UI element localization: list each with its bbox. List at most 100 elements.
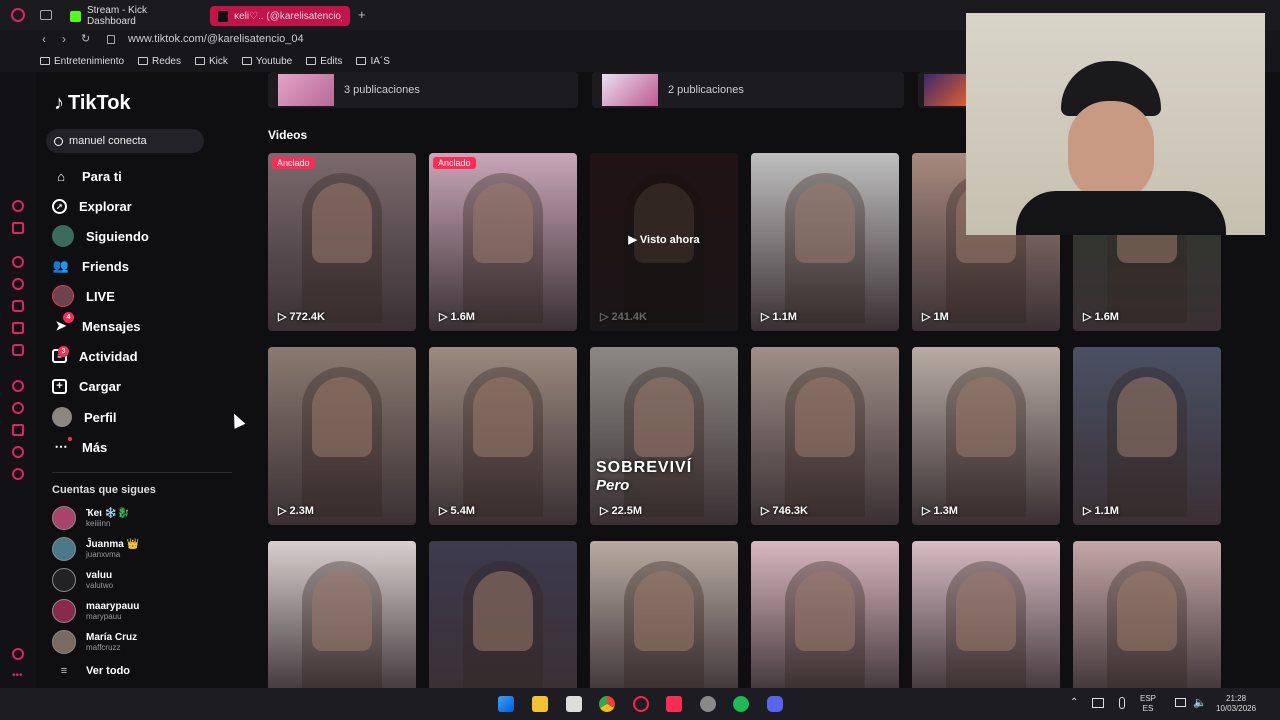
opera-sidebar: ••• <box>0 72 36 688</box>
following-item[interactable]: María Cruz maffcruzz <box>52 628 137 656</box>
video-view-count: ▷ 1.1M <box>761 311 797 323</box>
video-thumbnail-shading <box>302 173 382 323</box>
folder-icon <box>40 57 50 65</box>
video-thumbnail-shading <box>946 367 1026 517</box>
reload-icon[interactable]: ↻ <box>81 32 90 45</box>
tiktok-sidebar: ♪ TikTok manuel conecta ⌂ Para ti ➚ Expl… <box>36 72 250 688</box>
video-card[interactable] <box>590 541 738 688</box>
tiktok-app-icon[interactable] <box>666 696 682 712</box>
menu-item-actividad[interactable]: ≡3 Actividad <box>52 345 138 367</box>
mic-icon[interactable] <box>1119 697 1125 709</box>
menu-item-live[interactable]: LIVE <box>52 285 115 307</box>
menu-item-cargar[interactable]: + Cargar <box>52 375 121 397</box>
whatsapp-icon[interactable] <box>12 278 24 290</box>
bookmark-youtube[interactable]: Youtube <box>241 56 292 67</box>
url-field[interactable]: www.tiktok.com/@karelisatencio_04 <box>128 33 304 45</box>
clock[interactable]: 21:28 10/03/2026 <box>1216 694 1256 714</box>
playlist-card[interactable]: 3 publicaciones <box>268 72 578 108</box>
new-tab-button[interactable]: + <box>358 7 366 22</box>
menu-item-mas[interactable]: ⋯ Más <box>52 436 107 458</box>
bookmark-redes[interactable]: Redes <box>138 56 181 67</box>
pinned-badge: Anclado <box>272 157 315 169</box>
start-icon[interactable] <box>498 696 514 712</box>
opera-logo-icon[interactable] <box>11 8 25 22</box>
menu-item-para-ti[interactable]: ⌂ Para ti <box>52 165 122 187</box>
menu-item-friends[interactable]: 👥 Friends <box>52 255 129 277</box>
video-view-count: ▷ 241.4K <box>600 311 647 323</box>
more-dots-icon[interactable]: ••• <box>12 670 23 681</box>
gx-icon[interactable] <box>12 648 24 660</box>
language-indicator[interactable]: ESP ES <box>1140 694 1156 714</box>
video-thumbnail-shading <box>785 561 865 688</box>
file-explorer-icon[interactable] <box>532 696 548 712</box>
video-card[interactable] <box>1073 541 1221 688</box>
menu-item-perfil[interactable]: Perfil <box>52 406 117 428</box>
history-icon[interactable] <box>12 402 24 414</box>
menu-item-mensajes[interactable]: ➤ 4 Mensajes <box>52 312 141 337</box>
see-all-link[interactable]: ≡ Ver todo <box>52 662 130 680</box>
video-card[interactable]: Anclado ▷ 1.6M <box>429 153 577 331</box>
speaker-icon[interactable]: 🔈 <box>1193 696 1207 709</box>
bookmark-entretenimiento[interactable]: Entretenimiento <box>40 56 124 67</box>
aria-icon[interactable] <box>12 200 24 212</box>
following-item[interactable]: Ҡеι ❄️🐉 keiiiinn <box>52 504 130 532</box>
messenger-icon[interactable] <box>12 256 24 268</box>
search-input[interactable]: manuel conecta <box>46 129 204 153</box>
settings-icon[interactable] <box>12 468 24 480</box>
video-thumbnail-shading <box>785 367 865 517</box>
video-card[interactable]: ▷ 5.4M <box>429 347 577 525</box>
tab-manager-icon[interactable] <box>40 10 52 20</box>
video-card[interactable]: SOBREVIVÍ Pero ▷ 22.5M <box>590 347 738 525</box>
sidebar-divider <box>52 472 232 473</box>
video-card[interactable]: ▷ 1.3M <box>912 347 1060 525</box>
tiktok-favicon-icon <box>218 10 229 22</box>
tiktok-icon[interactable] <box>12 322 24 334</box>
video-card[interactable] <box>751 541 899 688</box>
tab-tiktok-profile[interactable]: ĸeli♡.. (@karelisatencio_0 <box>210 6 350 26</box>
app-icon[interactable] <box>566 696 582 712</box>
video-card[interactable]: ▶ Visto ahora ▷ 241.4K <box>590 153 738 331</box>
opera-gx-icon[interactable] <box>633 696 649 712</box>
menu-item-siguiendo[interactable]: Siguiendo <box>52 225 149 247</box>
bookmark-ias[interactable]: IA´S <box>356 56 390 67</box>
network-icon[interactable] <box>1092 698 1104 708</box>
following-item[interactable]: maarypauu marypauu <box>52 597 139 625</box>
video-card[interactable] <box>912 541 1060 688</box>
bookmark-edits[interactable]: Edits <box>306 56 342 67</box>
tiktok-logo[interactable]: ♪ TikTok <box>54 92 131 115</box>
workspace-icon[interactable] <box>12 222 24 234</box>
steam-icon[interactable] <box>700 696 716 712</box>
playlist-card[interactable]: 2 publicaciones <box>592 72 904 108</box>
playlist-thumbnail <box>278 74 334 106</box>
display-icon[interactable] <box>1175 698 1186 707</box>
video-view-count: ▷ 5.4M <box>439 505 475 517</box>
tab-kick-dashboard[interactable]: Stream - Kick Dashboard <box>62 5 206 27</box>
download-icon[interactable] <box>12 424 24 436</box>
spotify-icon[interactable] <box>733 696 749 712</box>
heart-icon[interactable] <box>12 380 24 392</box>
menu-item-explorar[interactable]: ➚ Explorar <box>52 195 132 217</box>
video-view-count: ▷ 22.5M <box>600 505 643 517</box>
video-thumbnail-shading <box>463 367 543 517</box>
video-card[interactable] <box>429 541 577 688</box>
discord-icon[interactable] <box>12 344 24 356</box>
chrome-icon[interactable] <box>599 696 615 712</box>
following-item[interactable]: Ĵuanma 👑 juanxvma <box>52 535 139 563</box>
forward-icon[interactable]: › <box>62 32 66 46</box>
video-card[interactable] <box>268 541 416 688</box>
video-card[interactable]: Anclado ▷ 772.4K <box>268 153 416 331</box>
more-icon: ⋯ <box>52 437 72 456</box>
video-thumbnail-shading <box>1107 367 1187 517</box>
bookmark-kick[interactable]: Kick <box>194 56 228 67</box>
profile-avatar-icon <box>52 407 72 427</box>
tray-chevron-icon[interactable]: ⌃ <box>1070 697 1078 708</box>
instagram-icon[interactable] <box>12 300 24 312</box>
video-card[interactable]: ▷ 1.1M <box>751 153 899 331</box>
back-icon[interactable]: ‹ <box>42 32 46 46</box>
extensions-icon[interactable] <box>12 446 24 458</box>
discord-app-icon[interactable] <box>767 696 783 712</box>
video-card[interactable]: ▷ 1.1M <box>1073 347 1221 525</box>
following-item[interactable]: valuu valutwo <box>52 566 113 594</box>
video-card[interactable]: ▷ 2.3M <box>268 347 416 525</box>
video-card[interactable]: ▷ 746.3K <box>751 347 899 525</box>
